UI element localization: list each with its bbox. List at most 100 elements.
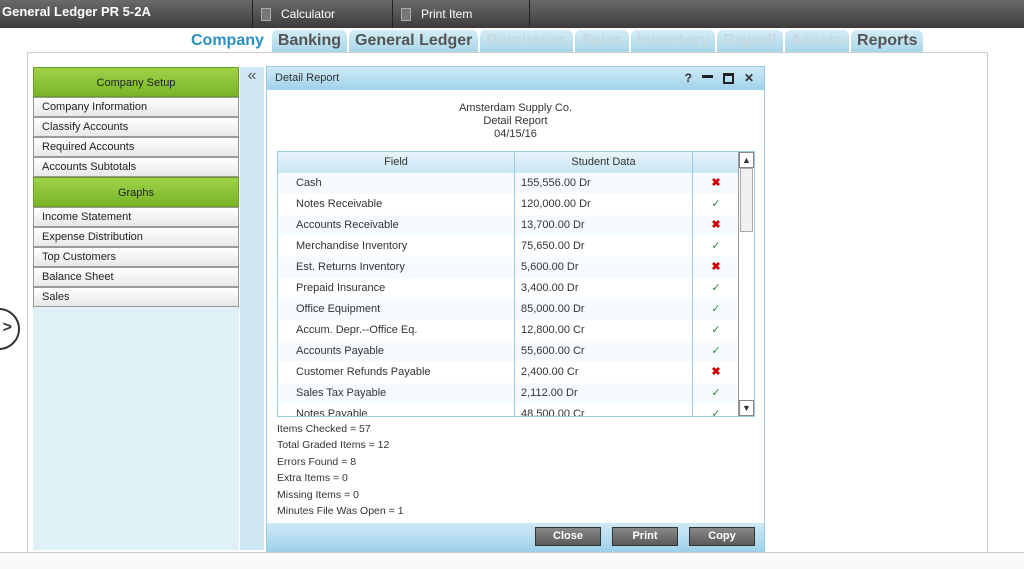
calculator-label: Calculator — [281, 7, 336, 21]
tab-company[interactable]: Company — [185, 30, 270, 52]
top-bar: General Ledger PR 5-2A Calculator Print … — [0, 0, 1024, 28]
collapse-sidebar-button[interactable]: « — [240, 67, 264, 550]
company-setup-header[interactable]: Company Setup — [33, 67, 239, 97]
scroll-up-icon[interactable]: ▲ — [739, 152, 754, 168]
student-data-cell: 2,400.00 Cr — [515, 362, 693, 383]
tab-reports[interactable]: Reports — [851, 30, 924, 52]
help-icon[interactable]: ? — [685, 67, 692, 90]
student-data-cell: 48,500.00 Cr — [515, 404, 693, 416]
stat-line: Extra Items = 0 — [277, 472, 348, 485]
check-icon: ✓ — [711, 345, 721, 357]
check-icon: ✓ — [711, 303, 721, 315]
stat-line: Total Graded Items = 12 — [277, 439, 390, 452]
x-icon: ✖ — [711, 261, 721, 273]
student-data-cell: 155,556.00 Dr — [515, 173, 693, 194]
main-tabs: Company Banking General Ledger Purchases Sal… — [185, 30, 924, 52]
x-icon: ✖ — [711, 219, 721, 231]
student-data-cell: 5,600.00 Dr — [515, 257, 693, 278]
stat-line: Minutes File Was Open = 1 — [277, 505, 404, 518]
table-row: Accounts Payable 55,600.00 Cr ✓ — [278, 341, 754, 362]
tab-inventory: Inventory — [631, 30, 716, 52]
app-title: General Ledger PR 5-2A — [2, 4, 151, 19]
check-icon: ✓ — [711, 198, 721, 210]
calculator-icon — [261, 7, 271, 21]
table-row: Accounts Receivable 13,700.00 Dr ✖ — [278, 215, 754, 236]
student-data-cell: 85,000.00 Dr — [515, 299, 693, 320]
check-icon: ✓ — [711, 387, 721, 399]
sidebar-item-accounts-subtotals[interactable]: Accounts Subtotals — [33, 157, 239, 177]
field-cell: Cash — [278, 173, 515, 194]
close-icon[interactable]: ✕ — [744, 67, 754, 90]
report-date: 04/15/16 — [494, 128, 537, 140]
scroll-down-icon[interactable]: ▼ — [739, 400, 754, 416]
graphs-header[interactable]: Graphs — [33, 177, 239, 207]
table-row: Prepaid Insurance 3,400.00 Dr ✓ — [278, 278, 754, 299]
student-data-cell: 13,700.00 Dr — [515, 215, 693, 236]
student-data-cell: 3,400.00 Dr — [515, 278, 693, 299]
table-row: Customer Refunds Payable 2,400.00 Cr ✖ — [278, 362, 754, 383]
table-header: Field Student Data — [278, 152, 754, 173]
tab-assets: Assets — [784, 30, 850, 52]
column-header-field: Field — [278, 152, 515, 173]
table-row: Est. Returns Inventory 5,600.00 Dr ✖ — [278, 257, 754, 278]
table-row: Merchandise Inventory 75,650.00 Dr ✓ — [278, 236, 754, 257]
dialog-footer: Close Print Copy — [267, 523, 764, 551]
check-icon: ✓ — [711, 408, 721, 417]
table-row: Sales Tax Payable 2,112.00 Dr ✓ — [278, 383, 754, 404]
sidebar-item-expense-distribution[interactable]: Expense Distribution — [33, 227, 239, 247]
check-icon: ✓ — [711, 240, 721, 252]
scrollbar[interactable]: ▲ ▼ — [738, 152, 754, 416]
print-item-button[interactable]: Print Item — [392, 0, 530, 28]
table-row: Office Equipment 85,000.00 Dr ✓ — [278, 299, 754, 320]
check-icon: ✓ — [711, 282, 721, 294]
stat-line: Missing Items = 0 — [277, 488, 359, 501]
stat-line: Items Checked = 57 — [277, 423, 371, 435]
print-icon — [401, 7, 411, 21]
print-button[interactable]: Print — [612, 527, 678, 546]
tab-general-ledger[interactable]: General Ledger — [349, 30, 479, 52]
sidebar-item-sales[interactable]: Sales — [33, 287, 239, 307]
sidebar-item-income-statement[interactable]: Income Statement — [33, 207, 239, 227]
tab-payroll: Payroll — [717, 30, 783, 52]
tab-purchases: Purchases — [480, 30, 574, 52]
sidebar-item-balance-sheet[interactable]: Balance Sheet — [33, 267, 239, 287]
copy-button[interactable]: Copy — [689, 527, 755, 546]
scroll-thumb[interactable] — [740, 168, 753, 232]
table-row: Cash 155,556.00 Dr ✖ — [278, 173, 754, 194]
table-row: Notes Receivable 120,000.00 Dr ✓ — [278, 194, 754, 215]
field-cell: Accum. Depr.--Office Eq. — [278, 320, 515, 341]
column-header-student-data: Student Data — [515, 152, 693, 173]
print-item-label: Print Item — [421, 7, 473, 21]
sidebar-item-company-information[interactable]: Company Information — [33, 97, 239, 117]
table-row: Accum. Depr.--Office Eq. 12,800.00 Cr ✓ — [278, 320, 754, 341]
field-cell: Merchandise Inventory — [278, 236, 515, 257]
dialog-title: Detail Report — [275, 72, 340, 84]
student-data-cell: 55,600.00 Cr — [515, 341, 693, 362]
field-cell: Notes Payable — [278, 404, 515, 416]
expand-button[interactable]: > — [0, 308, 20, 350]
field-cell: Accounts Receivable — [278, 215, 515, 236]
calculator-button[interactable]: Calculator — [252, 0, 392, 28]
student-data-cell: 120,000.00 Dr — [515, 194, 693, 215]
sidebar: Company Setup Company Information Classif… — [33, 67, 239, 550]
tab-sales: Sales — [575, 30, 630, 52]
student-data-cell: 2,112.00 Dr — [515, 383, 693, 404]
table-row: Notes Payable 48,500.00 Cr ✓ — [278, 404, 754, 417]
sidebar-item-required-accounts[interactable]: Required Accounts — [33, 137, 239, 157]
student-data-cell: 12,800.00 Cr — [515, 320, 693, 341]
sidebar-item-classify-accounts[interactable]: Classify Accounts — [33, 117, 239, 137]
sidebar-item-top-customers[interactable]: Top Customers — [33, 247, 239, 267]
field-cell: Notes Receivable — [278, 194, 515, 215]
tab-banking[interactable]: Banking — [271, 30, 348, 52]
field-cell: Accounts Payable — [278, 341, 515, 362]
field-cell: Office Equipment — [278, 299, 515, 320]
maximize-icon[interactable] — [722, 73, 734, 84]
check-icon: ✓ — [711, 324, 721, 336]
column-header-mark — [693, 152, 739, 173]
field-cell: Est. Returns Inventory — [278, 257, 515, 278]
company-name: Amsterdam Supply Co. — [458, 102, 573, 114]
chevron-right-icon: > — [2, 319, 12, 336]
close-button[interactable]: Close — [535, 527, 601, 546]
minimize-icon[interactable] — [701, 67, 713, 78]
field-cell: Prepaid Insurance — [278, 278, 515, 299]
